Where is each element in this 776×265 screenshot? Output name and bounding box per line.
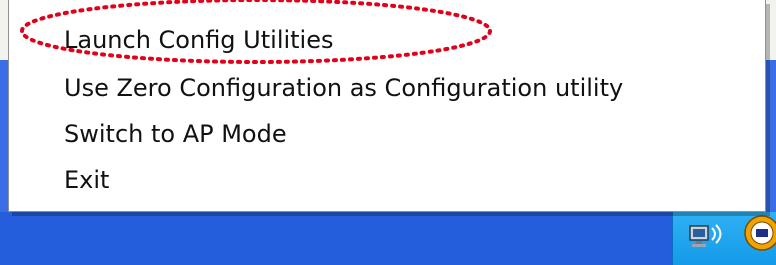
wireless-utility-icon[interactable] xyxy=(738,213,776,253)
menu-item-use-zero-configuration[interactable]: Use Zero Configuration as Configuration … xyxy=(64,66,623,110)
tray-context-menu: Launch Config Utilities Use Zero Configu… xyxy=(8,0,766,212)
menu-item-exit[interactable]: Exit xyxy=(64,158,109,202)
menu-item-launch-config-utilities[interactable]: Launch Config Utilities xyxy=(64,18,334,62)
taskbar xyxy=(0,212,776,265)
menu-item-switch-to-ap-mode[interactable]: Switch to AP Mode xyxy=(64,112,287,156)
network-icon[interactable] xyxy=(688,222,728,250)
